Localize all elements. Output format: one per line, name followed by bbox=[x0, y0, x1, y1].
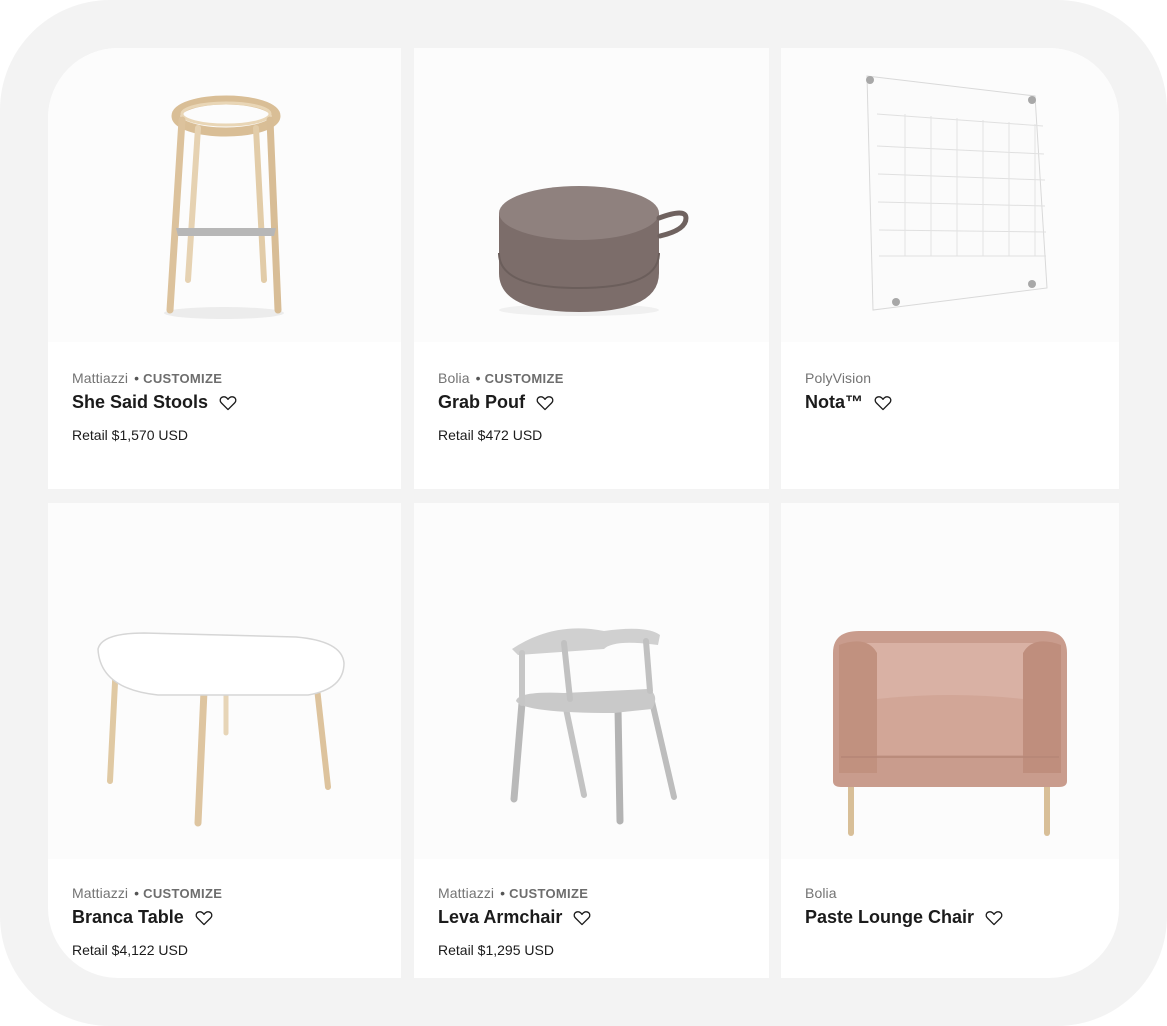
product-brand: Bolia • CUSTOMIZE bbox=[438, 370, 564, 386]
product-brand: PolyVision bbox=[805, 370, 872, 386]
white-table-image bbox=[97, 632, 345, 827]
product-price: Retail $1,570 USD bbox=[72, 427, 188, 443]
product-image[interactable] bbox=[414, 503, 769, 859]
product-card[interactable]: Mattiazzi • CUSTOMIZE Branca Table Retail … bbox=[48, 503, 401, 978]
product-brand: Mattiazzi • CUSTOMIZE bbox=[72, 885, 223, 901]
product-image[interactable] bbox=[48, 503, 401, 859]
bar-stool-image bbox=[164, 95, 284, 319]
customize-tag: CUSTOMIZE bbox=[509, 886, 589, 901]
customize-tag: CUSTOMIZE bbox=[484, 371, 564, 386]
product-image[interactable] bbox=[781, 503, 1119, 859]
product-card[interactable]: PolyVision Nota™ bbox=[781, 48, 1119, 489]
product-name[interactable]: Nota™ bbox=[805, 392, 863, 413]
customize-tag: CUSTOMIZE bbox=[143, 371, 223, 386]
product-card[interactable]: Bolia • CUSTOMIZE Grab Pouf Retail $472 US… bbox=[414, 48, 769, 489]
product-card[interactable]: Bolia Paste Lounge Chair bbox=[781, 503, 1119, 978]
product-image[interactable] bbox=[781, 48, 1119, 342]
product-price: Retail $1,295 USD bbox=[438, 942, 554, 958]
product-name[interactable]: Branca Table bbox=[72, 907, 184, 928]
heart-outline-icon[interactable] bbox=[536, 395, 554, 411]
heart-outline-icon[interactable] bbox=[219, 395, 237, 411]
product-name[interactable]: Paste Lounge Chair bbox=[805, 907, 974, 928]
glass-calendar-board-image bbox=[866, 75, 1048, 311]
round-pouf-image bbox=[498, 186, 689, 316]
product-price: Retail $472 USD bbox=[438, 427, 543, 443]
product-brand: Mattiazzi • CUSTOMIZE bbox=[72, 370, 223, 386]
product-name[interactable]: Leva Armchair bbox=[438, 907, 562, 928]
product-card[interactable]: Mattiazzi • CUSTOMIZE She Said Stools Reta… bbox=[48, 48, 401, 489]
grey-armchair-image bbox=[510, 628, 677, 825]
product-brand: Bolia bbox=[805, 885, 837, 901]
product-grid: Mattiazzi • CUSTOMIZE She Said Stools Reta… bbox=[48, 48, 1119, 978]
heart-outline-icon[interactable] bbox=[874, 395, 892, 411]
heart-outline-icon[interactable] bbox=[573, 910, 591, 926]
heart-outline-icon[interactable] bbox=[985, 910, 1003, 926]
pink-lounge-chair-image bbox=[833, 631, 1067, 836]
product-image[interactable] bbox=[48, 48, 401, 342]
product-card[interactable]: Mattiazzi • CUSTOMIZE Leva Armchair Retail… bbox=[414, 503, 769, 978]
product-name[interactable]: She Said Stools bbox=[72, 392, 208, 413]
customize-tag: CUSTOMIZE bbox=[143, 886, 223, 901]
product-image[interactable] bbox=[414, 48, 769, 342]
product-price: Retail $4,122 USD bbox=[72, 942, 188, 958]
heart-outline-icon[interactable] bbox=[195, 910, 213, 926]
product-name[interactable]: Grab Pouf bbox=[438, 392, 525, 413]
product-brand: Mattiazzi • CUSTOMIZE bbox=[438, 885, 589, 901]
